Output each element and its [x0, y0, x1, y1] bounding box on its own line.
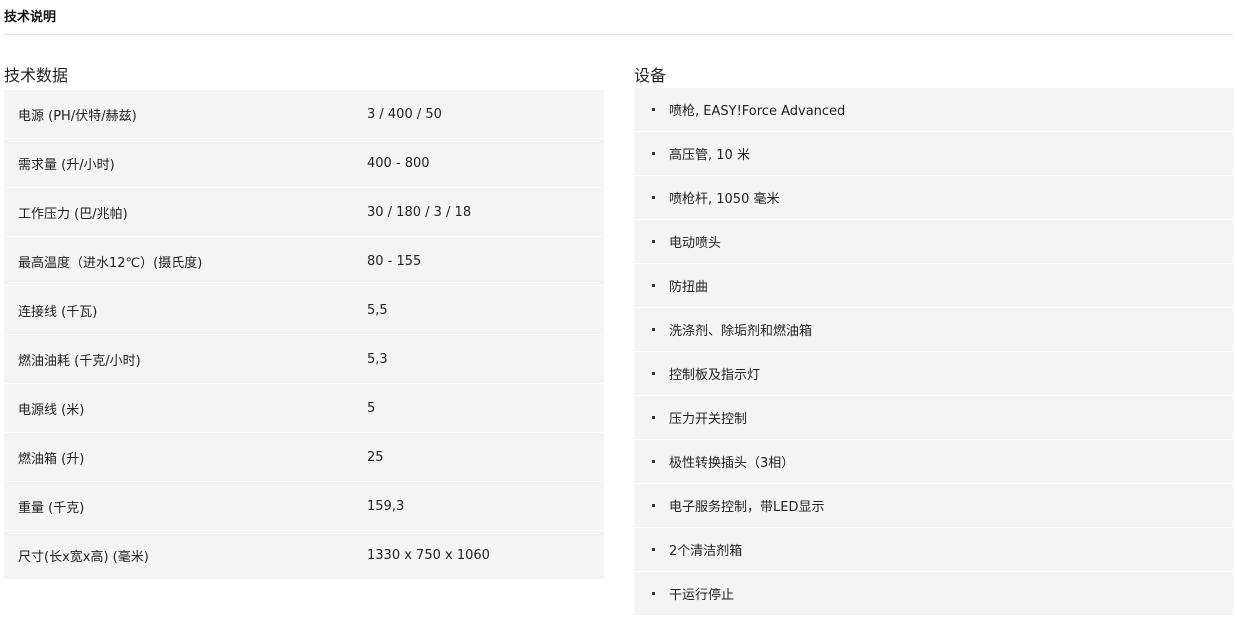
list-item: 防扭曲 — [634, 264, 1233, 308]
list-item: 控制板及指示灯 — [634, 352, 1233, 396]
spec-value: 400 - 800 — [367, 139, 604, 188]
table-row: 重量 (千克) 159,3 — [4, 482, 604, 531]
list-item: 喷枪杆, 1050 毫米 — [634, 176, 1233, 220]
list-item: 压力开关控制 — [634, 396, 1233, 440]
bullet-icon — [652, 108, 655, 111]
table-row: 尺寸(长x宽x高) (毫米) 1330 x 750 x 1060 — [4, 531, 604, 580]
bullet-icon — [652, 548, 655, 551]
bullet-icon — [652, 152, 655, 155]
list-item: 极性转换插头（3相） — [634, 440, 1233, 484]
list-item: 干运行停止 — [634, 572, 1233, 616]
spec-value: 5 — [367, 384, 604, 433]
equipment-item-label: 压力开关控制 — [669, 412, 748, 427]
bullet-icon — [652, 416, 655, 419]
list-item: 电子服务控制，带LED显示 — [634, 484, 1233, 528]
table-row: 电源线 (米) 5 — [4, 384, 604, 433]
spec-value: 80 - 155 — [367, 237, 604, 286]
bullet-icon — [652, 328, 655, 331]
table-row: 电源 (PH/伏特/赫兹) 3 / 400 / 50 — [4, 90, 604, 139]
equipment-item-label: 高压管, 10 米 — [669, 148, 750, 163]
equipment-item-label: 喷枪, EASY!Force Advanced — [669, 104, 846, 119]
equipment-item-label: 控制板及指示灯 — [669, 368, 761, 383]
equipment-item-label: 洗涤剂、除垢剂和燃油箱 — [669, 324, 813, 339]
spec-label: 连接线 (千瓦) — [4, 286, 367, 335]
list-item: 2个清洁剂箱 — [634, 528, 1233, 572]
equipment-item-label: 喷枪杆, 1050 毫米 — [669, 192, 780, 207]
spec-label: 燃油油耗 (千克/小时) — [4, 335, 367, 384]
list-item: 高压管, 10 米 — [634, 132, 1233, 176]
spec-value: 5,3 — [367, 335, 604, 384]
spec-value: 5,5 — [367, 286, 604, 335]
tech-data-title: 技术数据 — [4, 66, 69, 85]
tech-data-table: 电源 (PH/伏特/赫兹) 3 / 400 / 50 需求量 (升/小时) 40… — [4, 90, 604, 580]
spec-value: 1330 x 750 x 1060 — [367, 531, 604, 580]
section-header: 技术说明 — [4, 10, 57, 25]
bullet-icon — [652, 372, 655, 375]
equipment-item-label: 电子服务控制，带LED显示 — [669, 500, 825, 515]
bullet-icon — [652, 460, 655, 463]
bullet-icon — [652, 592, 655, 595]
bullet-icon — [652, 504, 655, 507]
spec-value: 159,3 — [367, 482, 604, 531]
spec-value: 25 — [367, 433, 604, 482]
equipment-item-label: 2个清洁剂箱 — [669, 544, 743, 559]
spec-value: 3 / 400 / 50 — [367, 90, 604, 139]
list-item: 洗涤剂、除垢剂和燃油箱 — [634, 308, 1233, 352]
spec-label: 最高温度（进水12℃）(摄氏度) — [4, 237, 367, 286]
table-row: 燃油油耗 (千克/小时) 5,3 — [4, 335, 604, 384]
list-item: 喷枪, EASY!Force Advanced — [634, 88, 1233, 132]
spec-label: 需求量 (升/小时) — [4, 139, 367, 188]
spec-label: 燃油箱 (升) — [4, 433, 367, 482]
equipment-title: 设备 — [634, 66, 667, 85]
spec-label: 尺寸(长x宽x高) (毫米) — [4, 531, 367, 580]
header-divider — [4, 34, 1233, 35]
table-row: 连接线 (千瓦) 5,5 — [4, 286, 604, 335]
equipment-item-label: 防扭曲 — [669, 280, 709, 295]
table-row: 工作压力 (巴/兆帕) 30 / 180 / 3 / 18 — [4, 188, 604, 237]
equipment-item-label: 电动喷头 — [669, 236, 722, 251]
spec-label: 工作压力 (巴/兆帕) — [4, 188, 367, 237]
equipment-item-label: 极性转换插头（3相） — [669, 456, 795, 471]
table-row: 燃油箱 (升) 25 — [4, 433, 604, 482]
bullet-icon — [652, 284, 655, 287]
bullet-icon — [652, 240, 655, 243]
equipment-list: 喷枪, EASY!Force Advanced 高压管, 10 米 喷枪杆, 1… — [634, 88, 1233, 616]
bullet-icon — [652, 196, 655, 199]
spec-label: 电源线 (米) — [4, 384, 367, 433]
equipment-item-label: 干运行停止 — [669, 588, 735, 603]
table-row: 需求量 (升/小时) 400 - 800 — [4, 139, 604, 188]
spec-value: 30 / 180 / 3 / 18 — [367, 188, 604, 237]
spec-label: 电源 (PH/伏特/赫兹) — [4, 90, 367, 139]
table-row: 最高温度（进水12℃）(摄氏度) 80 - 155 — [4, 237, 604, 286]
list-item: 电动喷头 — [634, 220, 1233, 264]
spec-label: 重量 (千克) — [4, 482, 367, 531]
